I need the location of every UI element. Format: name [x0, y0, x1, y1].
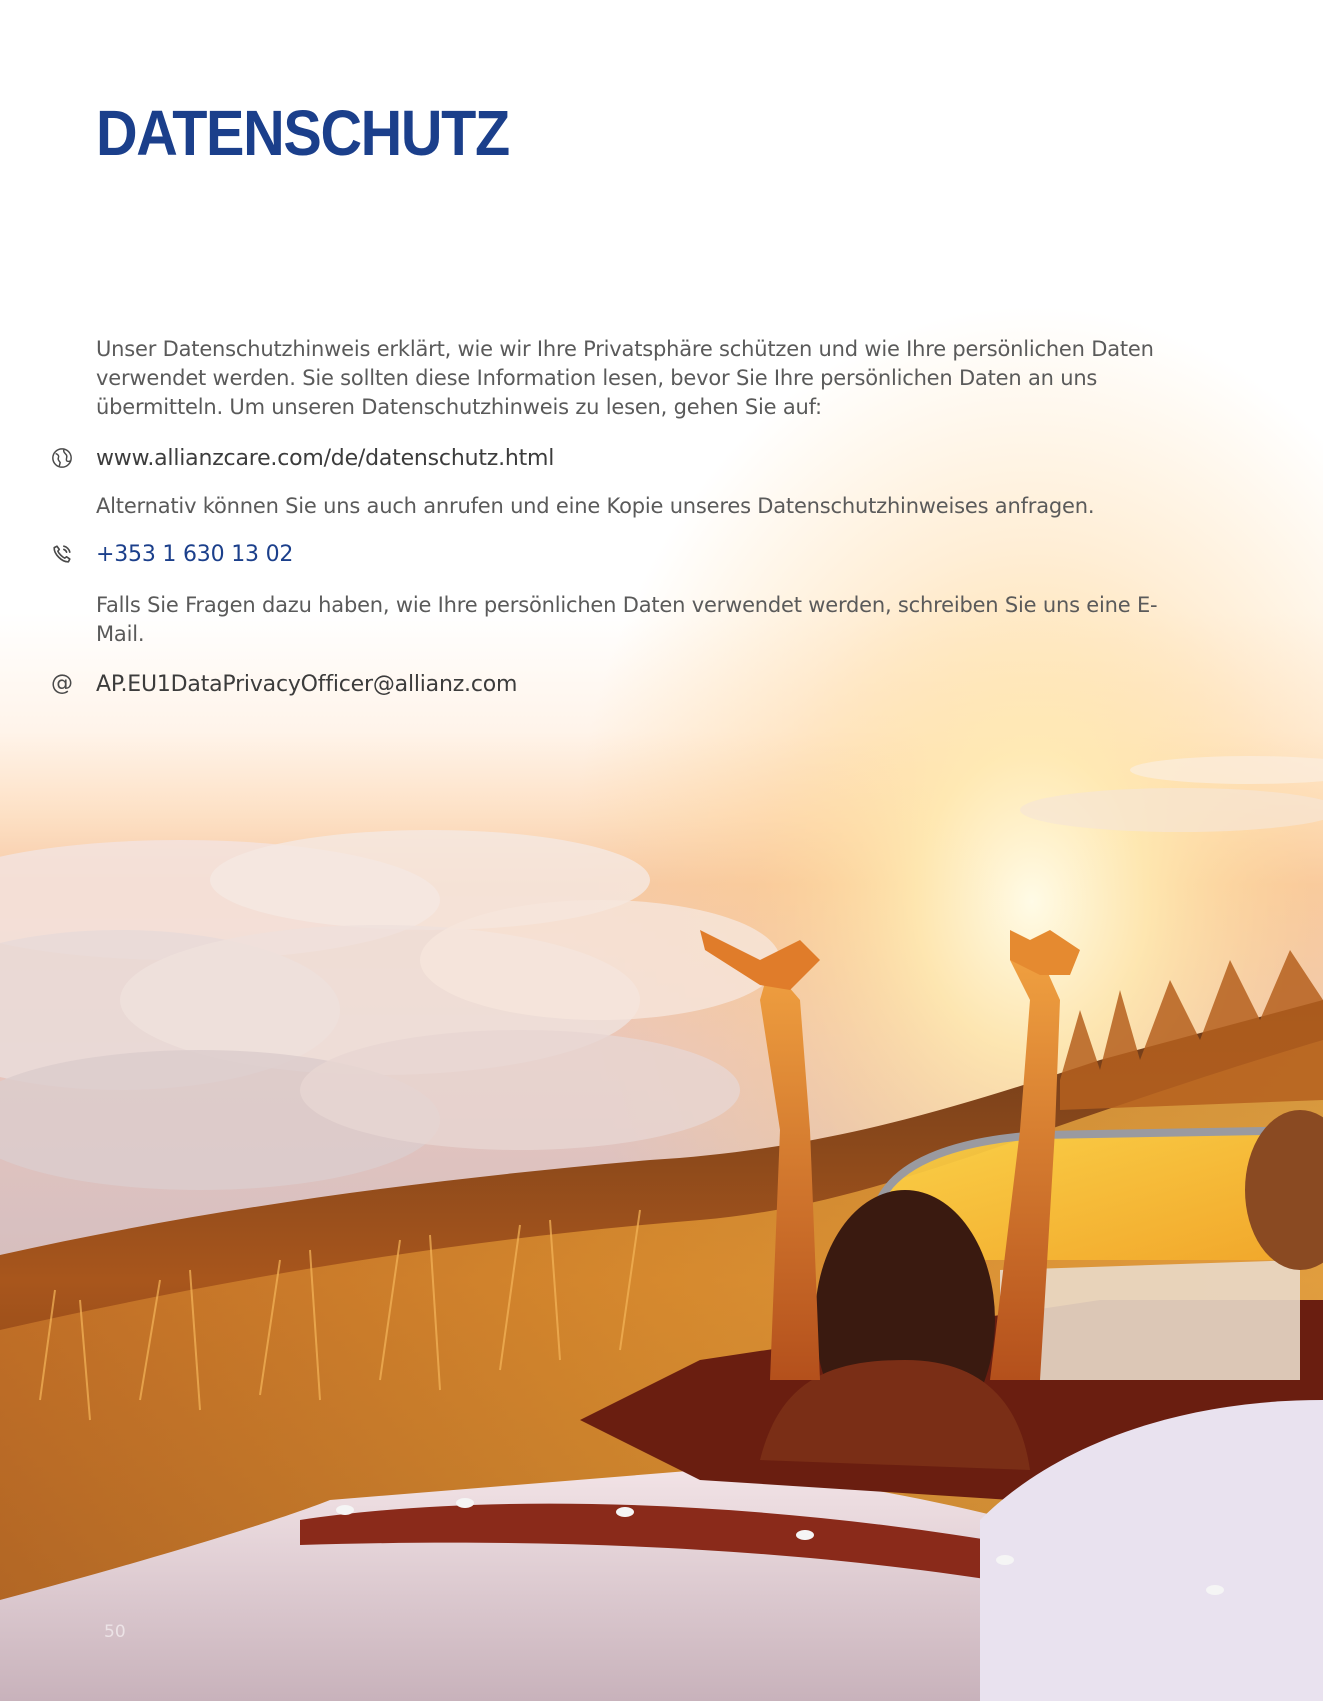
phone-intro-text: Alternativ können Sie uns auch anrufen u… [96, 494, 1095, 518]
website-link[interactable]: www.allianzcare.com/de/datenschutz.html [96, 446, 554, 471]
website-contact: www.allianzcare.com/de/datenschutz.html [48, 442, 554, 474]
privacy-intro-text: Unser Datenschutzhinweis erklärt, wie wi… [96, 337, 1154, 419]
privacy-content: DATENSCHUTZ Unser Datenschutzhinweis erk… [0, 0, 1323, 760]
page-title: DATENSCHUTZ [96, 97, 510, 169]
at-sign-icon: @ [51, 671, 73, 696]
page-number: 50 [104, 1622, 126, 1642]
globe-icon [48, 444, 76, 472]
email-contact: @ AP.EU1DataPrivacyOfficer@allianz.com [48, 668, 517, 700]
phone-icon [48, 540, 76, 568]
email-intro-text: Falls Sie Fragen dazu haben, wie Ihre pe… [96, 593, 1158, 646]
email-link[interactable]: AP.EU1DataPrivacyOfficer@allianz.com [96, 672, 517, 697]
phone-number-link[interactable]: +353 1 630 13 02 [96, 542, 293, 567]
document-page: DATENSCHUTZ Unser Datenschutzhinweis erk… [0, 0, 1323, 1701]
phone-contact: +353 1 630 13 02 [48, 538, 293, 570]
